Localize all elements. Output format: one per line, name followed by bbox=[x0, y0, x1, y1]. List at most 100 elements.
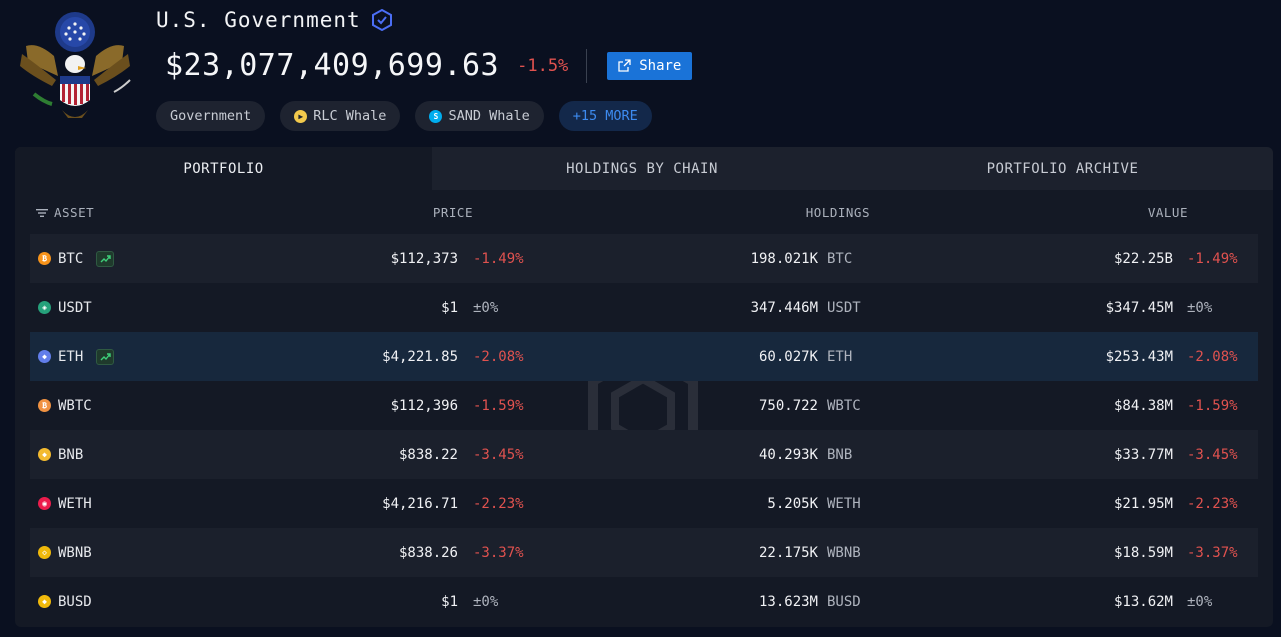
divider bbox=[586, 48, 588, 83]
price-change-cell: -2.23% bbox=[473, 495, 524, 512]
table-body: ₿ BTC $112,373 -1.49% 198.021K BTC $22.25B -1.4… bbox=[30, 234, 1258, 626]
table-header: ASSET PRICE HOLDINGS VALUE bbox=[30, 190, 1258, 234]
value-change-cell: -2.23% bbox=[1187, 495, 1238, 512]
bnb-icon: ◆ bbox=[38, 448, 51, 461]
verified-badge-icon bbox=[371, 9, 393, 31]
tag-label: +15 MORE bbox=[572, 108, 638, 124]
holdings-cell: 40.293K bbox=[758, 446, 818, 463]
value-change-cell: -1.59% bbox=[1187, 397, 1238, 414]
asset-cell[interactable]: ◆ ETH bbox=[38, 332, 115, 381]
trending-up-icon[interactable] bbox=[96, 348, 115, 365]
usdt-icon: ◈ bbox=[38, 301, 51, 314]
share-button[interactable]: Share bbox=[607, 51, 693, 80]
tag-label: SAND Whale bbox=[448, 108, 530, 124]
asset-cell[interactable]: ◇ WBNB bbox=[38, 528, 92, 577]
entity-header: U.S. Government $23,077,409,699.63 -1.5%… bbox=[0, 0, 1281, 145]
holdings-cell: 22.175K bbox=[758, 544, 818, 561]
holdings-cell: 198.021K bbox=[750, 250, 818, 267]
holdings-cell: 13.623M bbox=[758, 593, 818, 610]
wbtc-icon: ₿ bbox=[38, 399, 51, 412]
asset-cell[interactable]: ◈ USDT bbox=[38, 283, 92, 332]
price-cell: $112,396 bbox=[390, 397, 458, 414]
wbnb-icon: ◇ bbox=[38, 546, 51, 559]
entity-tags: Government ▶ RLC Whale S SAND Whale +15 … bbox=[156, 101, 652, 131]
tag-government[interactable]: Government bbox=[156, 101, 266, 131]
tag-more-button[interactable]: +15 MORE bbox=[558, 101, 652, 131]
holdings-cell: 347.446M bbox=[750, 299, 818, 316]
portfolio-table: ASSET PRICE HOLDINGS VALUE ₿ BTC $112,373-… bbox=[30, 190, 1258, 627]
table-row[interactable]: ◆ ETH $4,221.85 -2.08% 60.027K ETH $253.43M -2.… bbox=[30, 332, 1258, 381]
table-row[interactable]: ◆ BNB $838.22 -3.45% 40.293K BNB $33.77M -3.45% bbox=[30, 430, 1258, 479]
header-holdings[interactable]: HOLDINGS bbox=[806, 205, 870, 220]
busd-icon: ◆ bbox=[38, 595, 51, 608]
asset-symbol: ETH bbox=[58, 348, 84, 365]
price-cell: $4,216.71 bbox=[382, 495, 458, 512]
price-cell: $112,373 bbox=[390, 250, 458, 267]
table-row[interactable]: ◆ BUSD $1 ±0% 13.623M BUSD $13.62M ±0% bbox=[30, 577, 1258, 626]
holdings-symbol-cell: BNB bbox=[827, 446, 853, 463]
price-change-cell: -3.45% bbox=[473, 446, 524, 463]
portfolio-panel: PORTFOLIO HOLDINGS BY CHAIN PORTFOLIO AR… bbox=[15, 147, 1273, 627]
asset-cell[interactable]: ₿ BTC bbox=[38, 234, 115, 283]
price-change-cell: ±0% bbox=[473, 299, 499, 316]
price-change-cell: ±0% bbox=[473, 593, 499, 610]
sand-icon: S bbox=[429, 109, 443, 123]
weth-icon: ◉ bbox=[38, 497, 51, 510]
asset-symbol: BTC bbox=[58, 250, 84, 267]
value-change-cell: -2.08% bbox=[1187, 348, 1238, 365]
price-change-cell: -1.49% bbox=[473, 250, 524, 267]
tab-bar: PORTFOLIO HOLDINGS BY CHAIN PORTFOLIO AR… bbox=[15, 147, 1273, 190]
value-change-cell: -3.37% bbox=[1187, 544, 1238, 561]
asset-cell[interactable]: ◉ WETH bbox=[38, 479, 92, 528]
value-cell: $253.43M bbox=[1105, 348, 1173, 365]
value-cell: $21.95M bbox=[1113, 495, 1173, 512]
value-cell: $84.38M bbox=[1113, 397, 1173, 414]
holdings-symbol-cell: USDT bbox=[827, 299, 861, 316]
holdings-symbol-cell: BUSD bbox=[827, 593, 861, 610]
portfolio-total-change: -1.5% bbox=[517, 55, 569, 76]
value-change-cell: ±0% bbox=[1187, 299, 1213, 316]
rlc-icon: ▶ bbox=[294, 109, 308, 123]
value-cell: $22.25B bbox=[1113, 250, 1173, 267]
us-seal-icon bbox=[20, 12, 131, 118]
tag-rlc-whale[interactable]: ▶ RLC Whale bbox=[280, 101, 401, 131]
header-value[interactable]: VALUE bbox=[1148, 205, 1188, 220]
header-price[interactable]: PRICE bbox=[433, 205, 473, 220]
holdings-cell: 750.722 bbox=[758, 397, 818, 414]
price-cell: $1 bbox=[441, 593, 458, 610]
table-row[interactable]: ₿ WBTC $112,396 -1.59% 750.722 WBTC $84.38M -1.… bbox=[30, 381, 1258, 430]
holdings-symbol-cell: BTC bbox=[827, 250, 853, 267]
tag-sand-whale[interactable]: S SAND Whale bbox=[415, 101, 544, 131]
price-cell: $838.26 bbox=[398, 544, 458, 561]
asset-cell[interactable]: ₿ WBTC bbox=[38, 381, 92, 430]
sort-asset-header[interactable]: ASSET bbox=[36, 205, 94, 220]
price-change-cell: -1.59% bbox=[473, 397, 524, 414]
tab-portfolio[interactable]: PORTFOLIO bbox=[15, 147, 432, 190]
table-row[interactable]: ◉ WETH $4,216.71 -2.23% 5.205K WETH $21.95M -2.… bbox=[30, 479, 1258, 528]
tab-portfolio-archive[interactable]: PORTFOLIO ARCHIVE bbox=[852, 147, 1273, 190]
asset-symbol: WETH bbox=[58, 495, 92, 512]
value-change-cell: -3.45% bbox=[1187, 446, 1238, 463]
table-row[interactable]: ◈ USDT $1 ±0% 347.446M USDT $347.45M ±0% bbox=[30, 283, 1258, 332]
asset-cell[interactable]: ◆ BNB bbox=[38, 430, 83, 479]
table-row[interactable]: ₿ BTC $112,373 -1.49% 198.021K BTC $22.25B -1.4… bbox=[30, 234, 1258, 283]
portfolio-total-value: $23,077,409,699.63 bbox=[165, 48, 500, 83]
asset-cell[interactable]: ◆ BUSD bbox=[38, 577, 92, 626]
price-change-cell: -2.08% bbox=[473, 348, 524, 365]
value-cell: $33.77M bbox=[1113, 446, 1173, 463]
value-cell: $13.62M bbox=[1113, 593, 1173, 610]
eth-icon: ◆ bbox=[38, 350, 51, 363]
value-change-cell: ±0% bbox=[1187, 593, 1213, 610]
price-cell: $4,221.85 bbox=[382, 348, 458, 365]
tag-label: RLC Whale bbox=[313, 108, 387, 124]
tab-holdings-by-chain[interactable]: HOLDINGS BY CHAIN bbox=[432, 147, 852, 190]
price-cell: $838.22 bbox=[398, 446, 458, 463]
value-cell: $347.45M bbox=[1105, 299, 1173, 316]
holdings-symbol-cell: ETH bbox=[827, 348, 853, 365]
asset-symbol: USDT bbox=[58, 299, 92, 316]
table-row[interactable]: ◇ WBNB $838.26 -3.37% 22.175K WBNB $18.59M -3.3… bbox=[30, 528, 1258, 577]
holdings-cell: 5.205K bbox=[767, 495, 818, 512]
external-link-icon bbox=[618, 59, 631, 72]
tag-label: Government bbox=[170, 108, 252, 124]
trending-up-icon[interactable] bbox=[96, 250, 115, 267]
